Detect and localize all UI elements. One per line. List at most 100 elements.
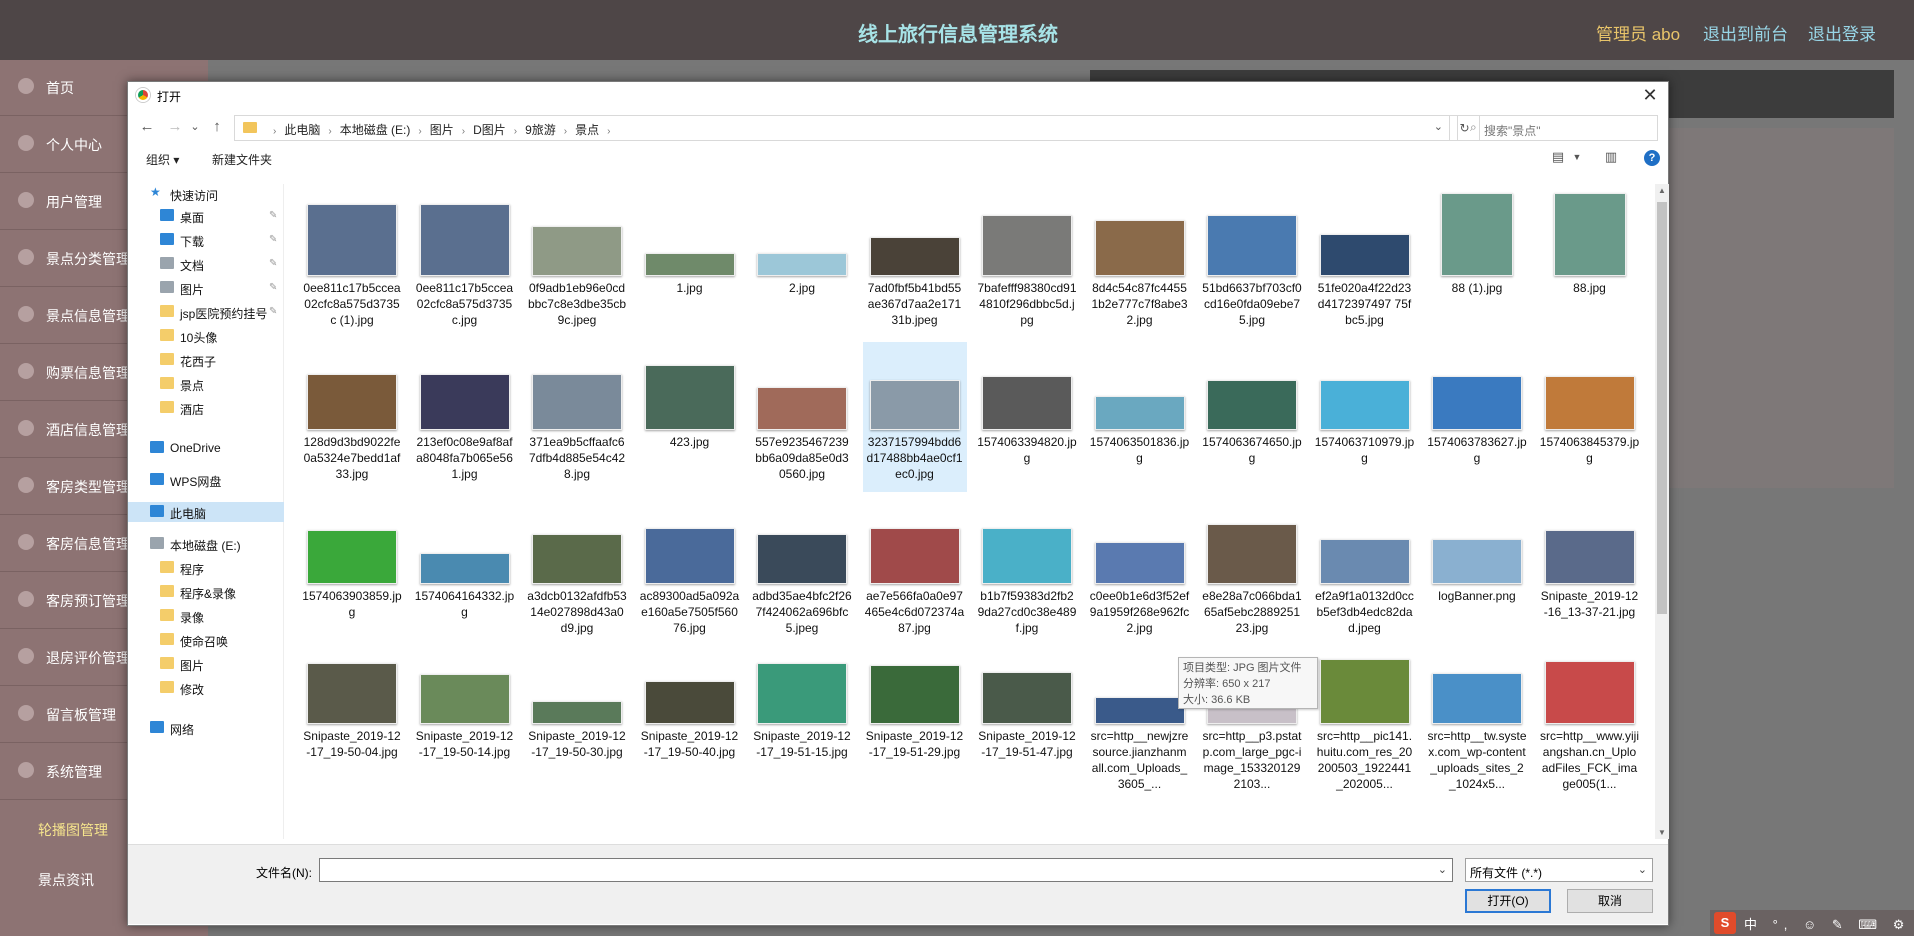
up-arrow-icon[interactable]: ↑ bbox=[208, 116, 226, 138]
back-to-frontend-link[interactable]: 退出到前台 bbox=[1703, 20, 1788, 45]
file-item[interactable]: adbd35ae4bfc2f267f424062a696bfc5.jpeg bbox=[750, 496, 854, 646]
file-item[interactable]: 51fe020a4f22d23d4172397497 75fbc5.jpg bbox=[1313, 188, 1417, 338]
view-dropdown-chevron-icon[interactable]: ▼ bbox=[1568, 152, 1586, 170]
file-item[interactable]: 423.jpg bbox=[638, 342, 742, 492]
file-item[interactable]: 0f9adb1eb96e0cdbbc7c8e3dbe35cb9c.jpeg bbox=[525, 188, 629, 338]
file-item[interactable]: 1574063710979.jpg bbox=[1313, 342, 1417, 492]
file-item[interactable]: logBanner.png bbox=[1425, 496, 1529, 646]
file-item[interactable]: 7ad0fbf5b41bd55ae367d7aa2e17131b.jpeg bbox=[863, 188, 967, 338]
file-item[interactable]: ac89300ad5a092ae160a5e7505f56076.jpg bbox=[638, 496, 742, 646]
nav-disk-folder[interactable]: 使命召唤 bbox=[128, 630, 284, 650]
file-item[interactable]: src=http__tw.systex.com_wp-content_uploa… bbox=[1425, 636, 1529, 791]
file-item[interactable]: src=http__newjzresource.jianzhanmall.com… bbox=[1088, 636, 1192, 791]
search-input[interactable]: ⌕ 搜索"景点" bbox=[1457, 115, 1658, 141]
file-item[interactable]: 213ef0c08e9af8afa8048fa7b065e561.jpg bbox=[413, 342, 517, 492]
nav-quick-access[interactable]: ★ 快速访问 bbox=[128, 184, 284, 204]
file-item[interactable]: 557e9235467239bb6a09da85e0d30560.jpg bbox=[750, 342, 854, 492]
file-item[interactable]: 88 (1).jpg bbox=[1425, 188, 1529, 338]
file-item[interactable]: Snipaste_2019-12-17_19-51-29.jpg bbox=[863, 636, 967, 786]
nav-disk-folder[interactable]: 录像 bbox=[128, 606, 284, 626]
file-item[interactable]: src=http__pic141.huitu.com_res_20200503_… bbox=[1313, 636, 1417, 791]
file-item[interactable]: ae7e566fa0a0e97465e4c6d072374a87.jpg bbox=[863, 496, 967, 646]
nav-disk-folder[interactable]: 修改 bbox=[128, 678, 284, 698]
nav-pinned-item[interactable]: 图片 ✎ bbox=[128, 278, 284, 298]
scrollbar-thumb[interactable] bbox=[1657, 202, 1667, 614]
view-options-icon[interactable]: ▤ bbox=[1549, 149, 1567, 167]
nav-onedrive[interactable]: OneDrive bbox=[128, 438, 284, 458]
file-item[interactable]: Snipaste_2019-12-17_19-51-47.jpg bbox=[975, 636, 1079, 786]
open-button[interactable]: 打开(O) bbox=[1465, 889, 1551, 913]
nav-pinned-item[interactable]: 下载 ✎ bbox=[128, 230, 284, 250]
nav-pinned-item[interactable]: 桌面 ✎ bbox=[128, 206, 284, 226]
nav-folder-item[interactable]: 花西子 bbox=[128, 350, 284, 370]
back-arrow-icon[interactable]: ← bbox=[138, 116, 156, 138]
recent-locations-chevron-icon[interactable]: ⌄ bbox=[186, 116, 204, 138]
file-item[interactable]: Snipaste_2019-12-17_19-50-40.jpg bbox=[638, 636, 742, 786]
file-item[interactable]: 51bd6637bf703cf0cd16e0fda09ebe75.jpg bbox=[1200, 188, 1304, 338]
nav-pinned-item[interactable]: jsp医院预约挂号 ✎ bbox=[128, 302, 284, 322]
file-item[interactable]: Snipaste_2019-12-17_19-51-15.jpg bbox=[750, 636, 854, 786]
file-item[interactable]: 128d9d3bd9022fe0a5324e7bedd1af33.jpg bbox=[300, 342, 404, 492]
scroll-down-icon[interactable]: ▼ bbox=[1658, 828, 1666, 837]
breadcrumb-item[interactable]: 景点 bbox=[575, 123, 599, 137]
file-item[interactable]: 0ee811c17b5ccea02cfc8a575d3735c (1).jpg bbox=[300, 188, 404, 338]
nav-local-disk[interactable]: 本地磁盘 (E:) bbox=[128, 534, 284, 554]
ime-status-icons[interactable]: 中 °, ☺ ✎ ⌨ ⚙ bbox=[1744, 914, 1910, 933]
file-item[interactable]: ef2a9f1a0132d0ccb5ef3db4edc82dad.jpeg bbox=[1313, 496, 1417, 646]
breadcrumb-item[interactable]: D图片 bbox=[473, 123, 506, 137]
file-item[interactable]: a3dcb0132afdfb5314e027898d43a0d9.jpg bbox=[525, 496, 629, 646]
file-item[interactable]: 1574063845379.jpg bbox=[1538, 342, 1642, 492]
file-item[interactable]: 2.jpg bbox=[750, 188, 854, 338]
file-item[interactable]: 1574063903859.jpg bbox=[300, 496, 404, 646]
close-button[interactable]: ✕ bbox=[1638, 84, 1662, 106]
file-item[interactable]: 1574063501836.jpg bbox=[1088, 342, 1192, 492]
filetype-select[interactable]: 所有文件 (*.*) ⌄ bbox=[1465, 858, 1653, 882]
logout-link[interactable]: 退出登录 bbox=[1808, 20, 1876, 45]
breadcrumb-item[interactable]: 此电脑 bbox=[284, 123, 320, 137]
file-item[interactable]: Snipaste_2019-12-17_19-50-14.jpg bbox=[413, 636, 517, 786]
file-item[interactable]: 1574063783627.jpg bbox=[1425, 342, 1529, 492]
breadcrumb-item[interactable]: 图片 bbox=[430, 123, 454, 137]
nav-disk-folder[interactable]: 程序 bbox=[128, 558, 284, 578]
file-item[interactable]: 1.jpg bbox=[638, 188, 742, 338]
nav-folder-item[interactable]: 景点 bbox=[128, 374, 284, 394]
file-item[interactable]: 1574064164332.jpg bbox=[413, 496, 517, 646]
breadcrumb-item[interactable]: 本地磁盘 (E:) bbox=[340, 123, 411, 137]
cancel-button[interactable]: 取消 bbox=[1567, 889, 1653, 913]
file-item[interactable]: b1b7f59383d2fb29da27cd0c38e489f.jpg bbox=[975, 496, 1079, 646]
nav-disk-folder[interactable]: 图片 bbox=[128, 654, 284, 674]
scroll-up-icon[interactable]: ▲ bbox=[1658, 186, 1666, 195]
file-item[interactable]: 7bafefff98380cd914810f296dbbc5d.jpg bbox=[975, 188, 1079, 338]
nav-disk-folder[interactable]: 程序&录像 bbox=[128, 582, 284, 602]
file-item[interactable]: Snipaste_2019-12-16_13-37-21.jpg bbox=[1538, 496, 1642, 646]
nav-pinned-item[interactable]: 文档 ✎ bbox=[128, 254, 284, 274]
file-item[interactable]: 88.jpg bbox=[1538, 188, 1642, 338]
nav-folder-item[interactable]: 10头像 bbox=[128, 326, 284, 346]
file-item[interactable]: 0ee811c17b5ccea02cfc8a575d3735c.jpg bbox=[413, 188, 517, 338]
new-folder-button[interactable]: 新建文件夹 bbox=[212, 151, 272, 168]
organize-menu[interactable]: 组织 ▾ bbox=[146, 151, 179, 168]
file-item[interactable]: e8e28a7c066bda165af5ebc288925123.jpg bbox=[1200, 496, 1304, 646]
address-bar[interactable]: › 此电脑 › 本地磁盘 (E:) › 图片 › D图片 › 9旅游 › 景点 › ⌄ ↻ bbox=[234, 115, 1480, 141]
nav-network[interactable]: 网络 bbox=[128, 718, 284, 738]
nav-wps[interactable]: WPS网盘 bbox=[128, 470, 284, 490]
breadcrumb-item[interactable]: 9旅游 bbox=[525, 123, 556, 137]
file-item[interactable]: c0ee0b1e6d3f52ef9a1959f268e962fc2.jpg bbox=[1088, 496, 1192, 646]
help-icon[interactable]: ? bbox=[1644, 150, 1660, 166]
nav-folder-item[interactable]: 酒店 bbox=[128, 398, 284, 418]
file-item[interactable]: 1574063674650.jpg bbox=[1200, 342, 1304, 492]
file-item[interactable]: 3237157994bdd6d17488bb4ae0cf1ec0.jpg bbox=[862, 342, 967, 492]
address-dropdown-chevron-icon[interactable]: ⌄ bbox=[1434, 120, 1443, 133]
file-item[interactable]: 1574063394820.jpg bbox=[975, 342, 1079, 492]
filename-dropdown-chevron-icon[interactable]: ⌄ bbox=[1438, 863, 1447, 876]
forward-arrow-icon[interactable]: → bbox=[166, 116, 184, 138]
sogou-ime-icon[interactable]: S bbox=[1714, 912, 1736, 934]
file-item[interactable]: Snipaste_2019-12-17_19-50-30.jpg bbox=[525, 636, 629, 786]
file-item[interactable]: src=http__www.yijiangshan.cn_UploadFiles… bbox=[1538, 636, 1642, 791]
nav-this-pc[interactable]: 此电脑 bbox=[128, 502, 284, 522]
filename-input[interactable]: ⌄ bbox=[319, 858, 1453, 882]
file-item[interactable]: 8d4c54c87fc44551b2e777c7f8abe32.jpg bbox=[1088, 188, 1192, 338]
vertical-scrollbar[interactable]: ▲ ▼ bbox=[1655, 184, 1669, 839]
file-item[interactable]: Snipaste_2019-12-17_19-50-04.jpg bbox=[300, 636, 404, 786]
preview-pane-icon[interactable]: ▥ bbox=[1602, 149, 1620, 167]
